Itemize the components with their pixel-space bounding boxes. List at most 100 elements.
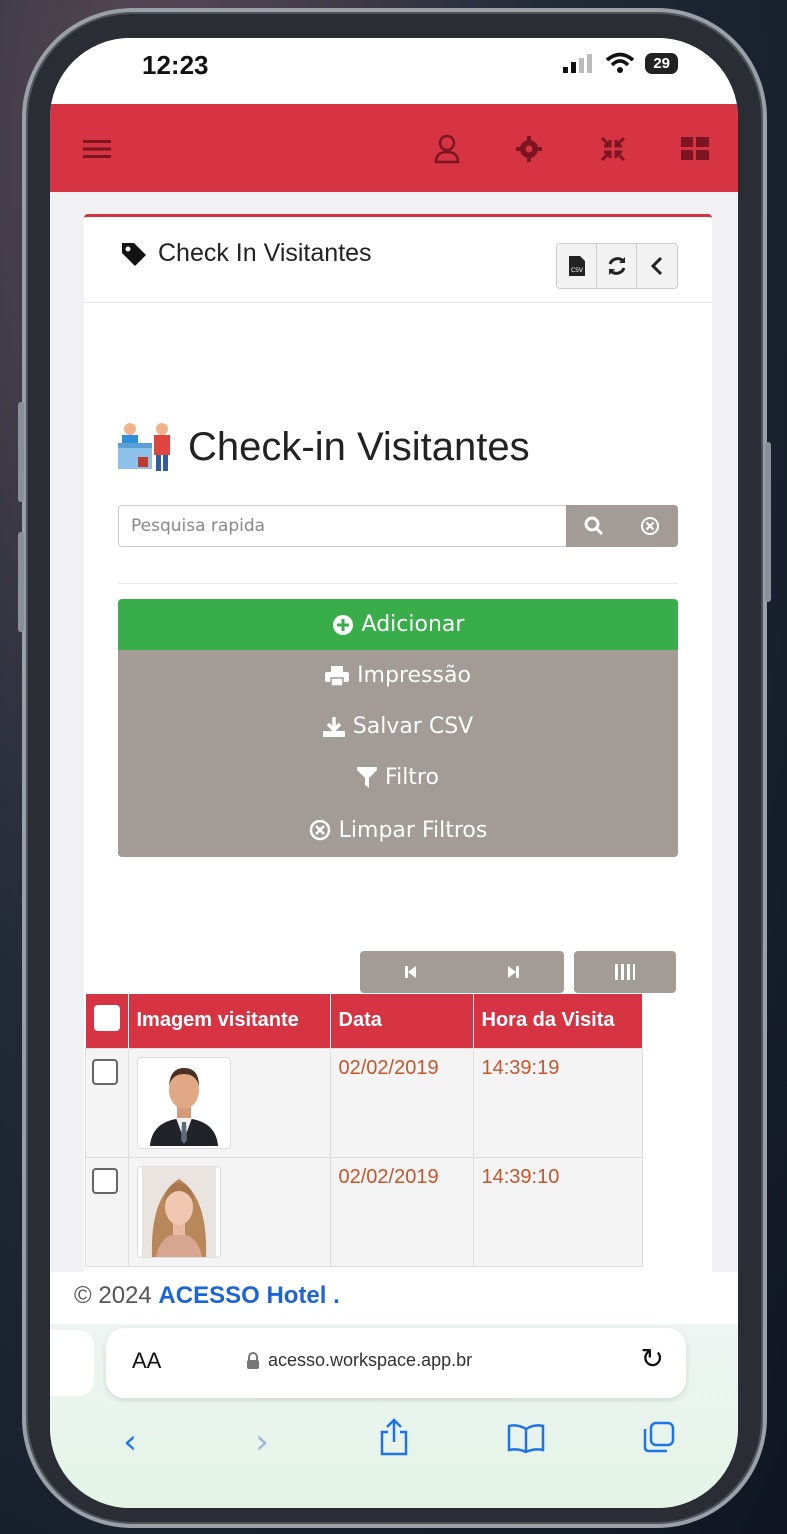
page-footer: © 2024 ACESSO Hotel . <box>50 1272 738 1328</box>
signal-icon <box>563 54 593 73</box>
card-header: Check In Visitantes CSV <box>84 217 712 303</box>
csv-icon: CSV <box>568 256 585 276</box>
add-button-label: Adicionar <box>361 612 465 637</box>
reception-icon <box>118 423 170 471</box>
battery-indicator: 29 <box>645 52 678 74</box>
copyright-text: © 2024 <box>74 1282 159 1309</box>
brand-link[interactable]: ACESSO Hotel <box>158 1282 326 1309</box>
reader-options-button[interactable]: AA <box>132 1348 161 1374</box>
clear-circle-icon <box>309 819 330 841</box>
columns-icon <box>615 964 635 980</box>
page-heading-text: Check-in Visitantes <box>188 424 530 469</box>
status-icons: 29 <box>561 52 678 74</box>
forward-icon[interactable]: › <box>232 1422 292 1462</box>
visitor-photo[interactable] <box>136 1056 231 1149</box>
status-bar: 12:23 29 <box>50 38 738 104</box>
page-title: Check-in Visitantes <box>118 421 530 473</box>
tag-icon <box>122 242 146 266</box>
back-button[interactable] <box>637 244 677 288</box>
visitor-photo[interactable] <box>136 1165 221 1258</box>
wifi-icon <box>606 52 635 73</box>
tabs-icon[interactable] <box>628 1421 688 1462</box>
browser-nav-row: ‹ › <box>50 1418 738 1465</box>
download-icon <box>322 716 345 737</box>
man-portrait <box>143 1059 224 1146</box>
grid-icon[interactable] <box>678 132 712 166</box>
share-icon[interactable] <box>364 1418 424 1465</box>
user-icon[interactable] <box>430 132 464 166</box>
clear-filters-button[interactable]: Limpar Filtros <box>118 803 678 857</box>
card-title-text: Check In Visitantes <box>158 239 372 267</box>
add-button[interactable]: Adicionar <box>118 599 678 650</box>
divider <box>118 583 678 584</box>
save-csv-button[interactable]: Salvar CSV <box>118 701 678 752</box>
row-checkbox[interactable] <box>92 1058 118 1085</box>
power-button <box>765 442 771 602</box>
screen: 12:23 29 Check In Visitantes CSV Check-i… <box>50 38 738 1508</box>
save-csv-label: Salvar CSV <box>352 714 474 739</box>
columns-button[interactable] <box>574 951 676 993</box>
card-title: Check In Visitantes <box>120 239 372 268</box>
clock: 12:23 <box>142 50 209 80</box>
row-select-cell <box>85 1156 129 1267</box>
footer-suffix: . <box>326 1282 340 1309</box>
print-icon <box>325 665 350 686</box>
main-content: Check In Visitantes CSV Check-in Visitan… <box>50 192 738 1272</box>
filter-icon <box>357 766 378 788</box>
refresh-button[interactable] <box>597 244 637 288</box>
select-all-cell <box>85 994 129 1048</box>
table-row[interactable]: 02/02/2019 14:39:19 <box>85 1047 643 1158</box>
select-all-checkbox[interactable] <box>93 1004 120 1031</box>
gear-icon[interactable] <box>512 132 546 166</box>
refresh-icon <box>608 257 625 275</box>
table-header-row: Imagem visitante Data Hora da Visita <box>85 994 643 1048</box>
url-text: acesso.workspace.app.br <box>268 1350 473 1370</box>
quick-search <box>118 505 678 547</box>
address-bar[interactable]: AA acesso.workspace.app.br ↻ <box>106 1328 686 1398</box>
visit-time: 14:39:10 <box>472 1156 643 1267</box>
visit-date: 02/02/2019 <box>329 1047 474 1158</box>
clear-filters-label: Limpar Filtros <box>338 817 488 843</box>
plus-circle-icon <box>332 614 353 635</box>
bookmarks-icon[interactable] <box>496 1422 556 1462</box>
column-header-image[interactable]: Imagem visitante <box>128 994 331 1048</box>
footer-text: © 2024 ACESSO Hotel . <box>74 1282 340 1310</box>
row-checkbox[interactable] <box>92 1167 118 1194</box>
header-button-group: CSV <box>556 243 678 289</box>
search-icon[interactable] <box>584 516 604 536</box>
browser-toolbar: AA acesso.workspace.app.br ↻ ‹ › <box>50 1324 738 1508</box>
visitor-image-cell <box>127 1156 331 1267</box>
visit-date: 02/02/2019 <box>329 1156 474 1267</box>
action-menu: Adicionar Impressão Salvar CSV Filtro Li… <box>118 599 678 857</box>
reload-icon[interactable]: ↻ <box>641 1342 664 1375</box>
visit-time: 14:39:19 <box>472 1047 643 1158</box>
clear-search-icon[interactable] <box>640 516 660 536</box>
top-navbar <box>50 104 738 192</box>
column-header-date[interactable]: Data <box>330 994 474 1048</box>
filter-button[interactable]: Filtro <box>118 752 678 803</box>
lock-icon <box>247 1351 259 1369</box>
search-input[interactable] <box>118 505 566 547</box>
back-chevron-icon <box>650 256 663 276</box>
back-icon[interactable]: ‹ <box>100 1422 160 1462</box>
filter-label: Filtro <box>385 765 439 790</box>
url-display[interactable]: acesso.workspace.app.br <box>246 1350 472 1371</box>
menu-icon[interactable] <box>80 132 114 166</box>
previous-tab-preview[interactable] <box>50 1330 94 1396</box>
volume-down-button <box>18 532 24 632</box>
pagination-controls <box>360 951 676 993</box>
volume-up-button <box>18 402 24 502</box>
csv-export-button[interactable]: CSV <box>557 244 597 288</box>
woman-portrait <box>141 1166 216 1257</box>
visitor-image-cell <box>127 1047 331 1158</box>
print-button[interactable]: Impressão <box>118 650 678 701</box>
column-header-time[interactable]: Hora da Visita <box>473 994 643 1048</box>
first-page-icon[interactable] <box>403 964 419 980</box>
visitors-table: Imagem visitante Data Hora da Visita 02/… <box>85 994 643 1267</box>
svg-text:CSV: CSV <box>570 267 583 274</box>
last-page-icon[interactable] <box>505 964 521 980</box>
row-select-cell <box>85 1047 129 1158</box>
table-row[interactable]: 02/02/2019 14:39:10 <box>85 1156 643 1267</box>
page-nav-group <box>360 951 564 993</box>
compress-icon[interactable] <box>596 132 630 166</box>
